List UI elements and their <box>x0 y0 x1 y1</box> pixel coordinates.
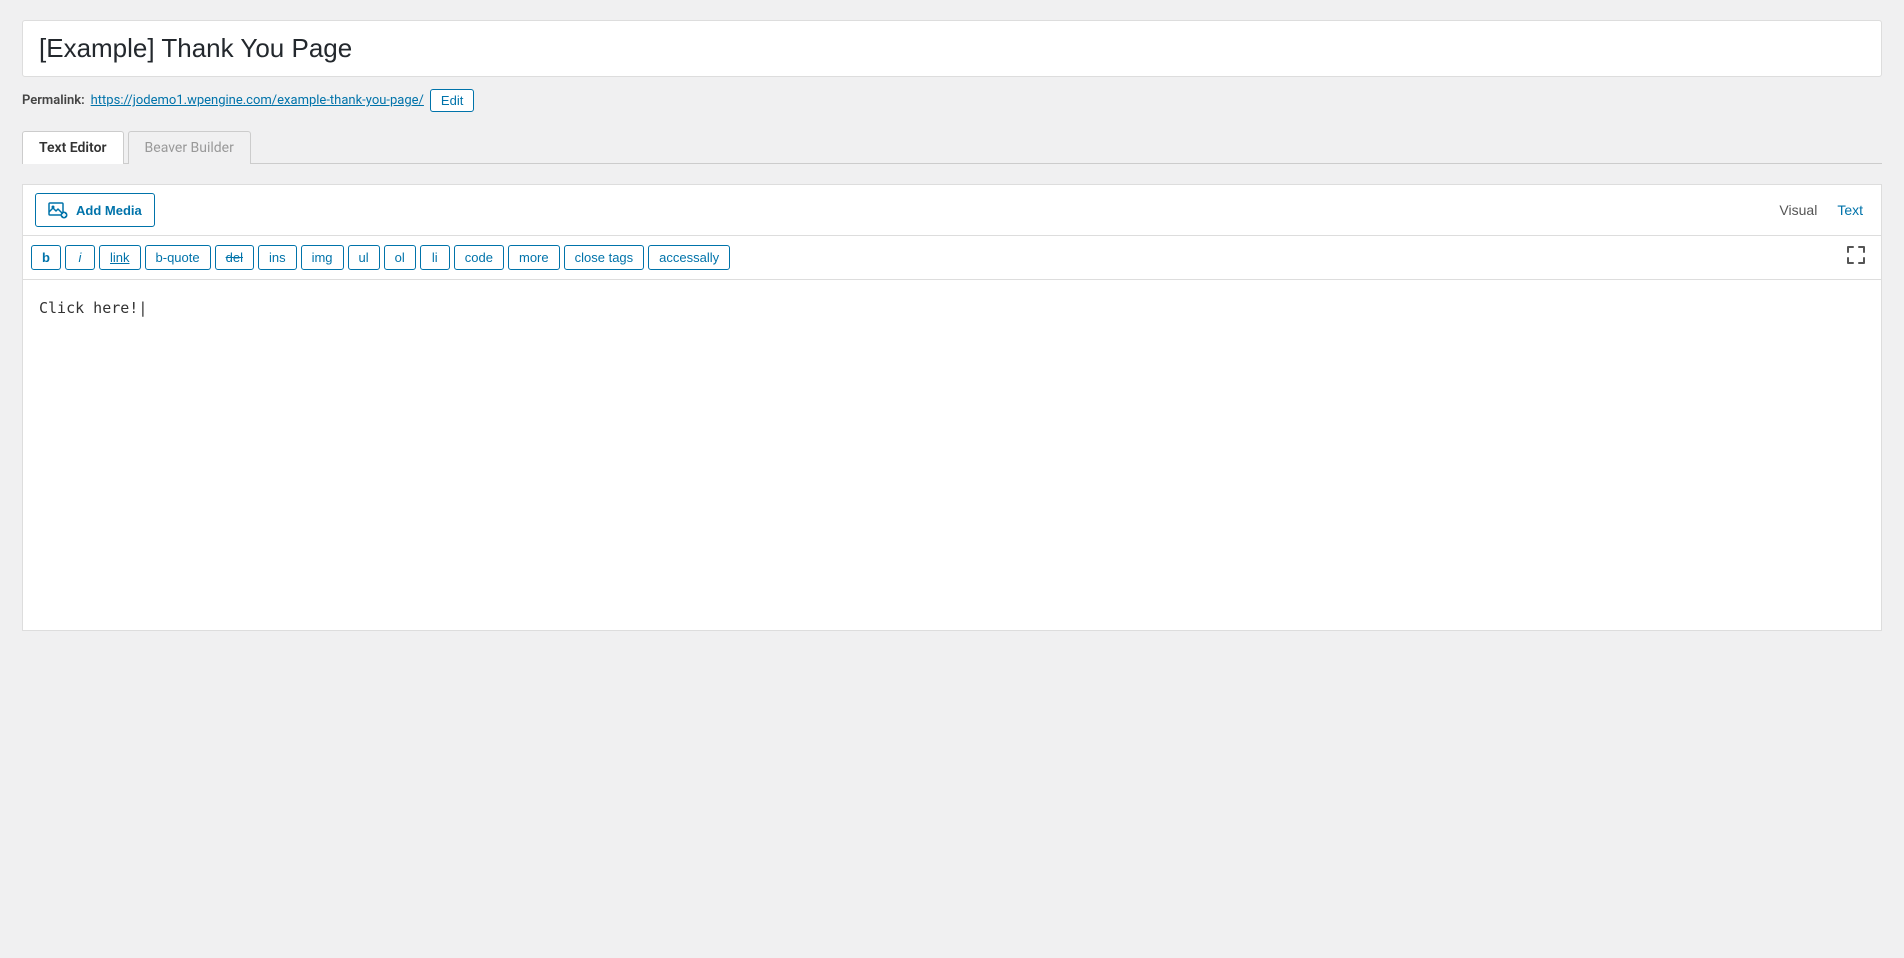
format-more-button[interactable]: more <box>508 245 560 270</box>
format-bquote-button[interactable]: b-quote <box>145 245 211 270</box>
page-title-input[interactable] <box>22 20 1882 77</box>
visual-toggle-button[interactable]: Visual <box>1773 198 1823 222</box>
text-toggle-button[interactable]: Text <box>1831 198 1869 222</box>
permalink-edit-button[interactable]: Edit <box>430 89 474 112</box>
format-accessally-button[interactable]: accessally <box>648 245 730 270</box>
format-ins-button[interactable]: ins <box>258 245 297 270</box>
format-link-button[interactable]: link <box>99 245 141 270</box>
permalink-url[interactable]: https://jodemo1.wpengine.com/example-tha… <box>91 93 424 108</box>
tab-beaver-builder[interactable]: Beaver Builder <box>128 131 251 164</box>
editor-container: Add Media Visual Text b i link b-quote d… <box>22 184 1882 631</box>
permalink-label: Permalink: <box>22 93 85 108</box>
format-toolbar: b i link b-quote del ins img ul <box>23 236 1881 280</box>
editor-text-area[interactable]: Click here!| <box>23 280 1881 630</box>
add-media-icon <box>48 200 68 220</box>
format-li-button[interactable]: li <box>420 245 450 270</box>
toolbar-top: Add Media Visual Text <box>23 185 1881 236</box>
visual-text-toggle: Visual Text <box>1773 198 1869 222</box>
page-wrapper: Permalink: https://jodemo1.wpengine.com/… <box>22 20 1882 631</box>
tabs-row: Text Editor Beaver Builder <box>22 130 1882 164</box>
expand-icon <box>1847 246 1865 264</box>
format-bold-button[interactable]: b <box>31 245 61 270</box>
format-img-button[interactable]: img <box>301 245 344 270</box>
permalink-row: Permalink: https://jodemo1.wpengine.com/… <box>22 89 1882 112</box>
expand-editor-button[interactable] <box>1839 242 1873 273</box>
format-italic-button[interactable]: i <box>65 245 95 270</box>
format-ol-button[interactable]: ol <box>384 245 416 270</box>
format-del-button[interactable]: del <box>215 245 254 270</box>
add-media-button[interactable]: Add Media <box>35 193 155 227</box>
format-close-tags-button[interactable]: close tags <box>564 245 645 270</box>
format-ul-button[interactable]: ul <box>348 245 380 270</box>
tab-text-editor[interactable]: Text Editor <box>22 131 124 164</box>
format-code-button[interactable]: code <box>454 245 504 270</box>
